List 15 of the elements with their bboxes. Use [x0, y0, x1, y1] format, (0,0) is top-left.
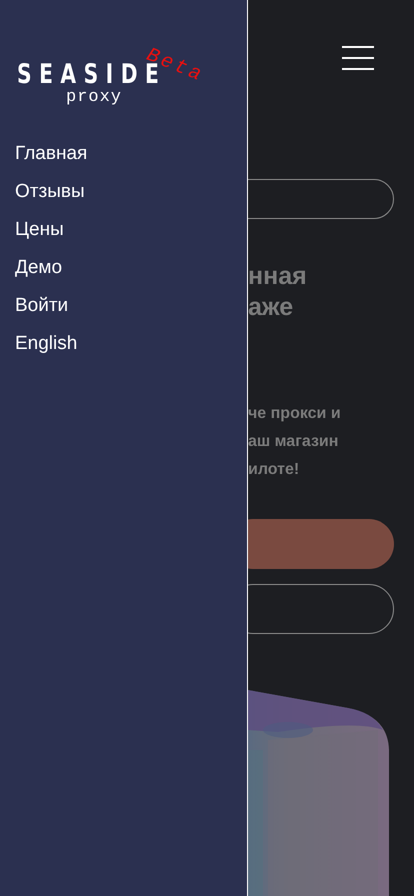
body-text: илоте!	[248, 460, 300, 480]
secondary-button[interactable]	[248, 584, 394, 634]
menu-item[interactable]: Цены	[15, 217, 64, 243]
menu-item[interactable]: Демо	[15, 255, 62, 281]
menu-item[interactable]: Главная	[15, 141, 88, 167]
menu-item[interactable]: Войти	[15, 293, 68, 319]
heading-text: аже	[248, 292, 294, 323]
logo-subtitle: proxy	[66, 89, 122, 107]
body-text: аш магазин	[248, 432, 340, 452]
body-text: че прокси и	[248, 404, 342, 424]
menu-item[interactable]: English	[15, 331, 78, 357]
input-field[interactable]	[248, 179, 394, 219]
heading-text: нная	[248, 261, 308, 292]
menu-item[interactable]: Отзывы	[15, 179, 85, 205]
menu-icon[interactable]	[342, 46, 374, 70]
